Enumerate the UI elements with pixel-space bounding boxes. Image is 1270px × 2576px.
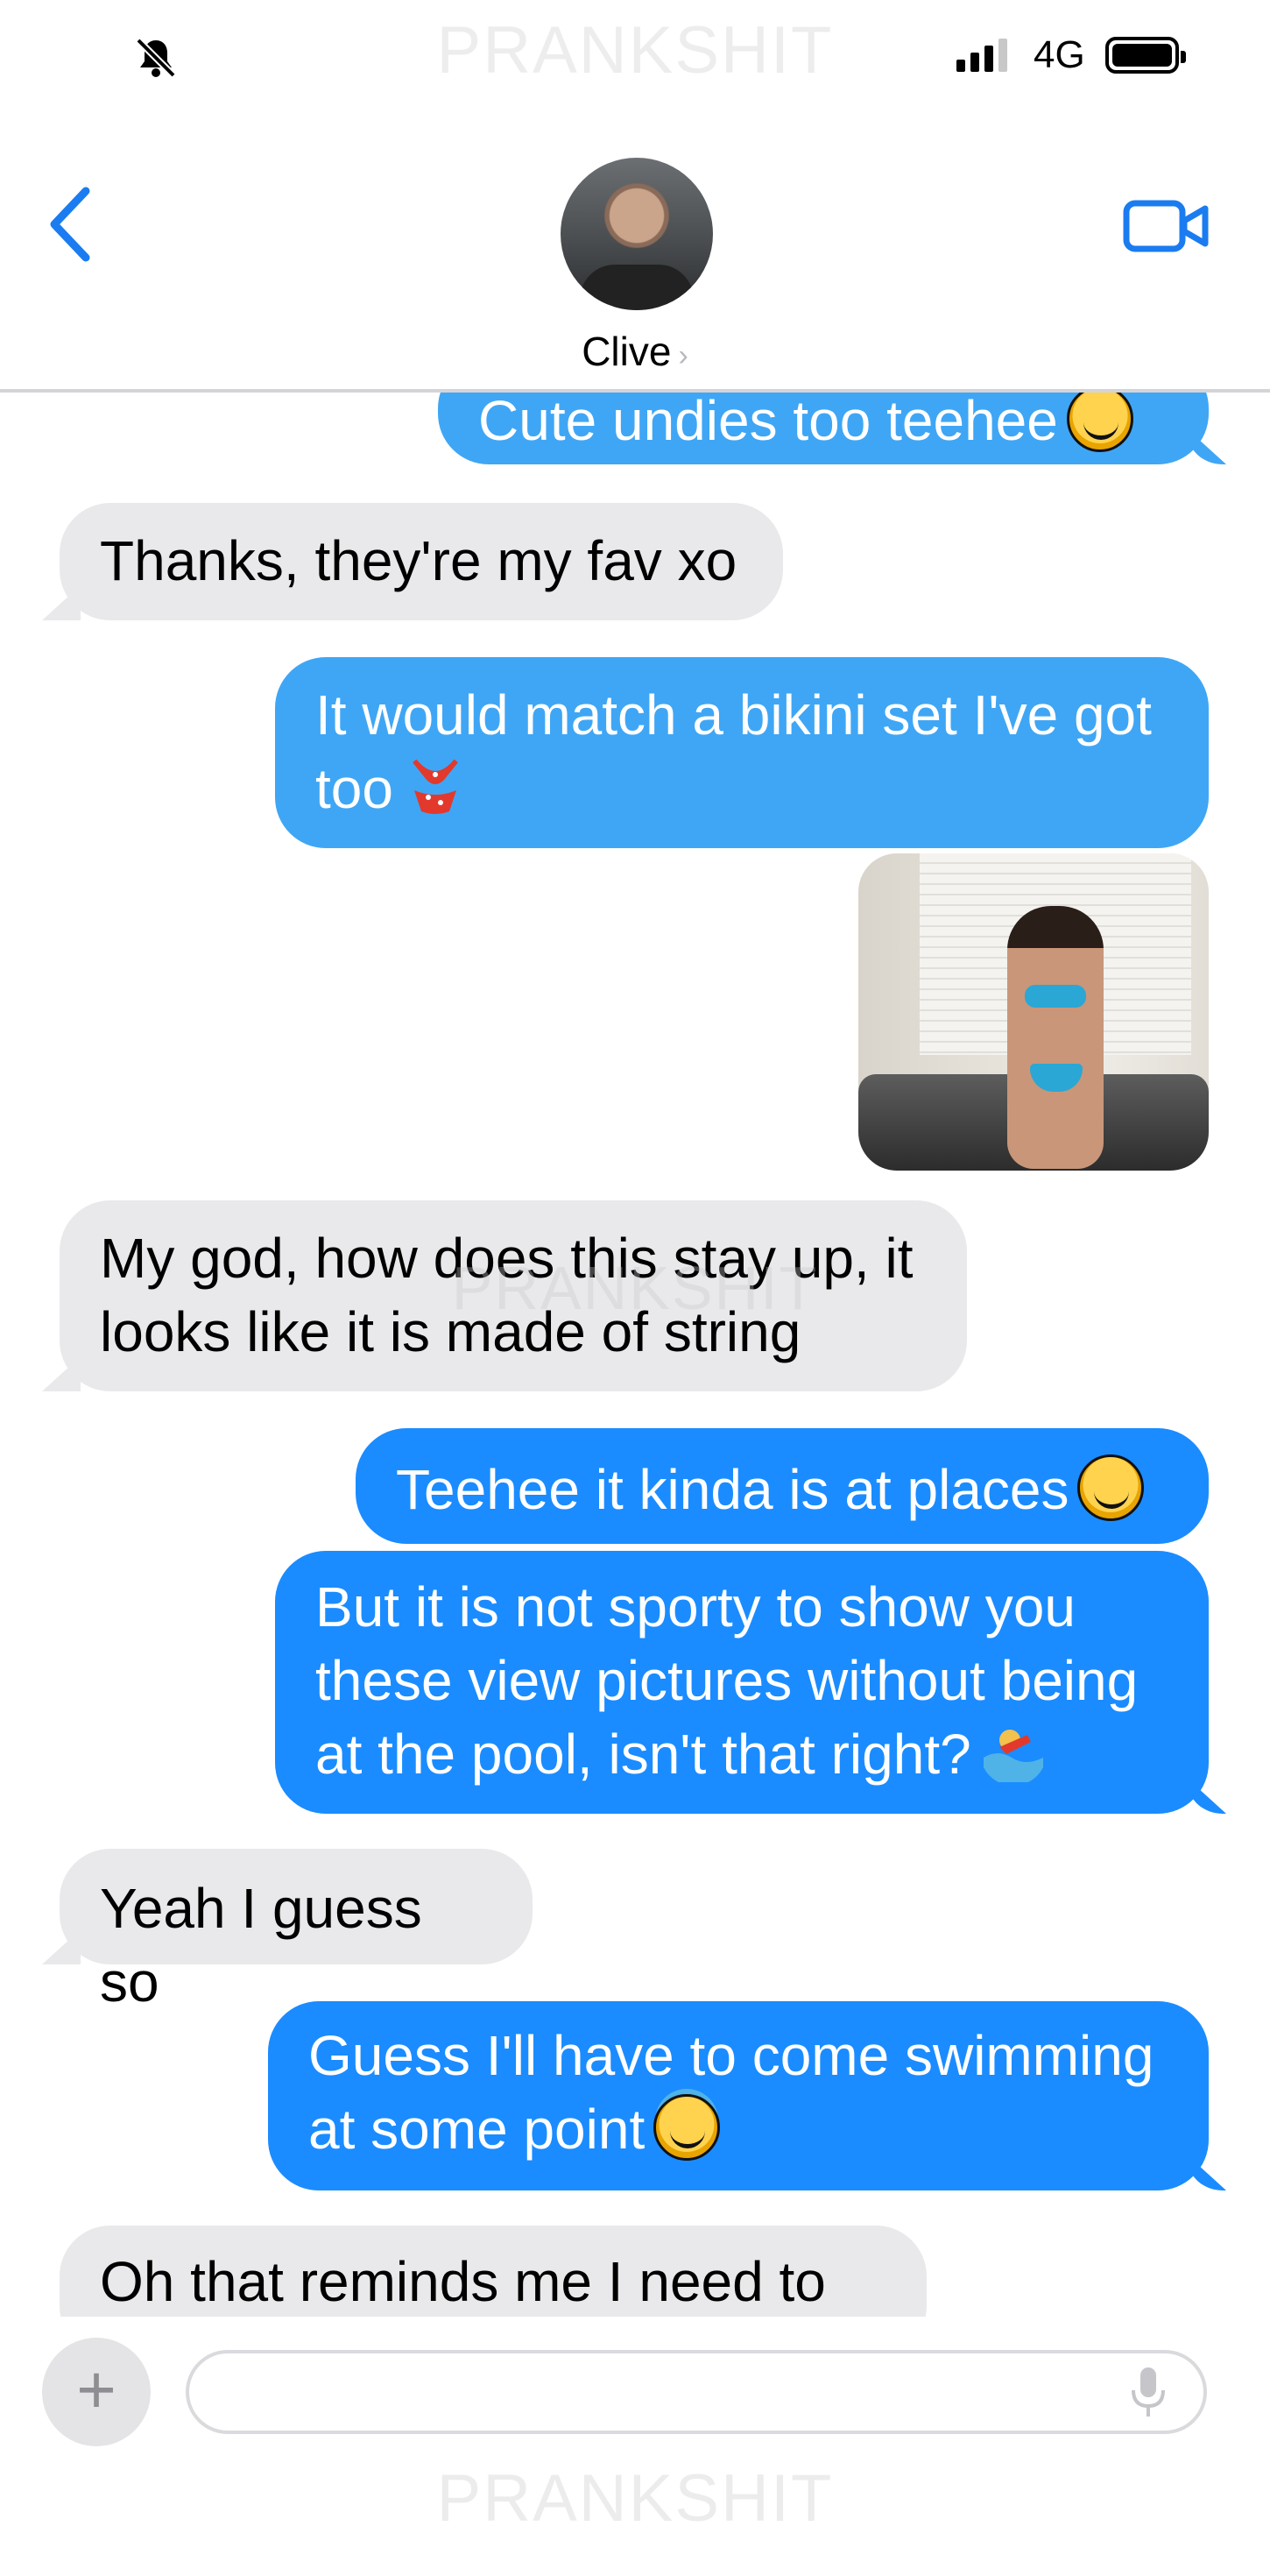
bikini-icon [412,759,458,814]
bell-slash-icon [136,38,176,78]
message-sent[interactable]: Cute undies too teehee [438,393,1209,464]
avatar[interactable] [561,158,713,310]
plus-icon: + [76,2351,116,2428]
message-thread[interactable]: Cute undies too teehee Thanks, they're m… [0,393,1270,2317]
chevron-right-icon: › [678,339,688,372]
message-received[interactable]: Oh that reminds me I need to get [60,2226,927,2317]
message-text: Oh that reminds me I need to get [100,2250,826,2313]
message-text: Yeah I guess so [100,1877,422,2013]
mid-watermark: PRANKSHIT [451,1254,819,1322]
bottom-watermark: PRANKSHIT [436,2461,834,2536]
carrier-label: 4G [1034,33,1085,76]
message-sent[interactable]: But it is not sporty to show you these v… [275,1551,1209,1814]
contact-name[interactable]: Clive › [0,328,1270,375]
message-received[interactable]: Thanks, they're my fav xo [60,503,783,620]
message-sent[interactable]: Guess I'll have to come swimming at some… [268,2001,1209,2190]
swimmer-icon [983,1730,1043,1782]
message-input[interactable] [186,2350,1207,2434]
message-text: Cute undies too teehee [478,393,1058,452]
message-sent[interactable]: It would match a bikini set I've got too [275,657,1209,848]
photo-attachment[interactable] [858,853,1209,1171]
microphone-icon[interactable] [1126,2364,1170,2420]
battery-icon [1105,37,1186,74]
yum-face-icon [1066,393,1133,452]
message-text: Teehee it kinda is at places [396,1458,1069,1521]
smirk-face-icon [1077,1454,1145,1521]
message-text: Guess I'll have to come swimming at some… [308,2024,1154,2161]
video-call-icon[interactable] [1123,200,1210,252]
message-received[interactable]: Yeah I guess so [60,1849,533,2013]
message-text: Thanks, they're my fav xo [100,529,737,592]
contact-name-label: Clive [582,329,672,374]
message-sent[interactable]: Teehee it kinda is at places [356,1428,1209,1544]
signal-icon [956,39,1007,72]
back-chevron-icon[interactable] [46,184,95,265]
halo-face-icon [653,2094,721,2161]
add-attachment-button[interactable]: + [42,2338,151,2446]
